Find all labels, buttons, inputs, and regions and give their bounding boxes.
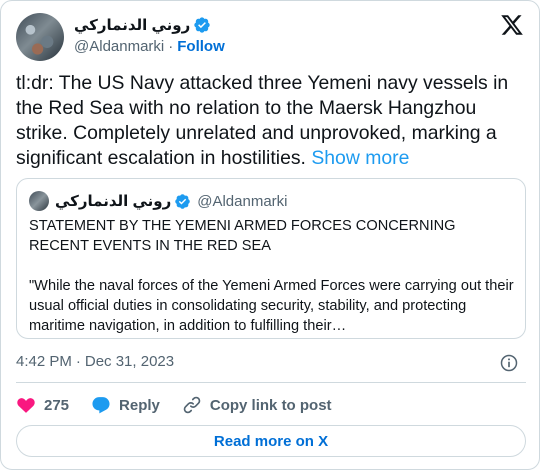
author-handle[interactable]: @Aldanmarki (74, 38, 164, 55)
post-text: tl:dr: The US Navy attacked three Yemeni… (16, 71, 526, 171)
info-icon[interactable] (499, 353, 519, 373)
copy-link-label: Copy link to post (209, 396, 332, 414)
actions-divider (16, 382, 526, 383)
quoted-post-body: STATEMENT BY THE YEMENI ARMED FORCES CON… (29, 216, 519, 336)
author-avatar[interactable] (16, 13, 64, 61)
post-header: روني الدنماركي @Aldanmarki · Follow (16, 11, 526, 61)
author-handle-row: @Aldanmarki · Follow (74, 38, 225, 55)
author-display-name[interactable]: روني الدنماركي (74, 16, 190, 34)
post-actions: 275 Reply Copy link to post (16, 393, 354, 417)
quoted-post-excerpt: "While the naval forces of the Yemeni Ar… (29, 278, 514, 334)
post-time: 4:42 PM (16, 353, 72, 370)
quoted-author-avatar (29, 191, 49, 211)
quoted-author-display-name: روني الدنماركي (55, 193, 172, 210)
reply-bubble-icon (92, 397, 110, 414)
quoted-author-handle: @Aldanmarki (197, 192, 288, 210)
like-count: 275 (44, 396, 70, 414)
verified-badge-icon (194, 17, 210, 33)
post-text-body: tl:dr: The US Navy attacked three Yemeni… (16, 72, 509, 169)
timestamp-separator: · (75, 353, 81, 370)
handle-separator: · (168, 38, 174, 55)
read-more-button[interactable]: Read more on X (16, 425, 526, 457)
link-icon (183, 396, 201, 414)
author-name-row: روني الدنماركي (74, 16, 211, 34)
heart-icon (17, 398, 35, 413)
post-date: Dec 31, 2023 (84, 353, 175, 370)
like-button[interactable]: 275 (16, 395, 69, 415)
verified-badge-icon (175, 193, 190, 209)
x-logo-icon[interactable] (500, 13, 524, 37)
reply-label: Reply (119, 396, 160, 414)
quoted-post[interactable]: روني الدنماركي @Aldanmarki STATEMENT BY … (16, 178, 526, 339)
reply-button[interactable]: Reply (91, 395, 160, 415)
copy-link-button[interactable]: Copy link to post (182, 395, 332, 415)
quoted-post-heading: STATEMENT BY THE YEMENI ARMED FORCES CON… (29, 218, 456, 254)
show-more-link[interactable]: Show more (311, 147, 409, 169)
quoted-post-header: روني الدنماركي @Aldanmarki (29, 191, 288, 211)
follow-button[interactable]: Follow (177, 38, 225, 55)
embedded-post-card: روني الدنماركي @Aldanmarki · Follow tl:d… (0, 0, 540, 470)
post-timestamp[interactable]: 4:42 PM · Dec 31, 2023 (16, 353, 174, 370)
